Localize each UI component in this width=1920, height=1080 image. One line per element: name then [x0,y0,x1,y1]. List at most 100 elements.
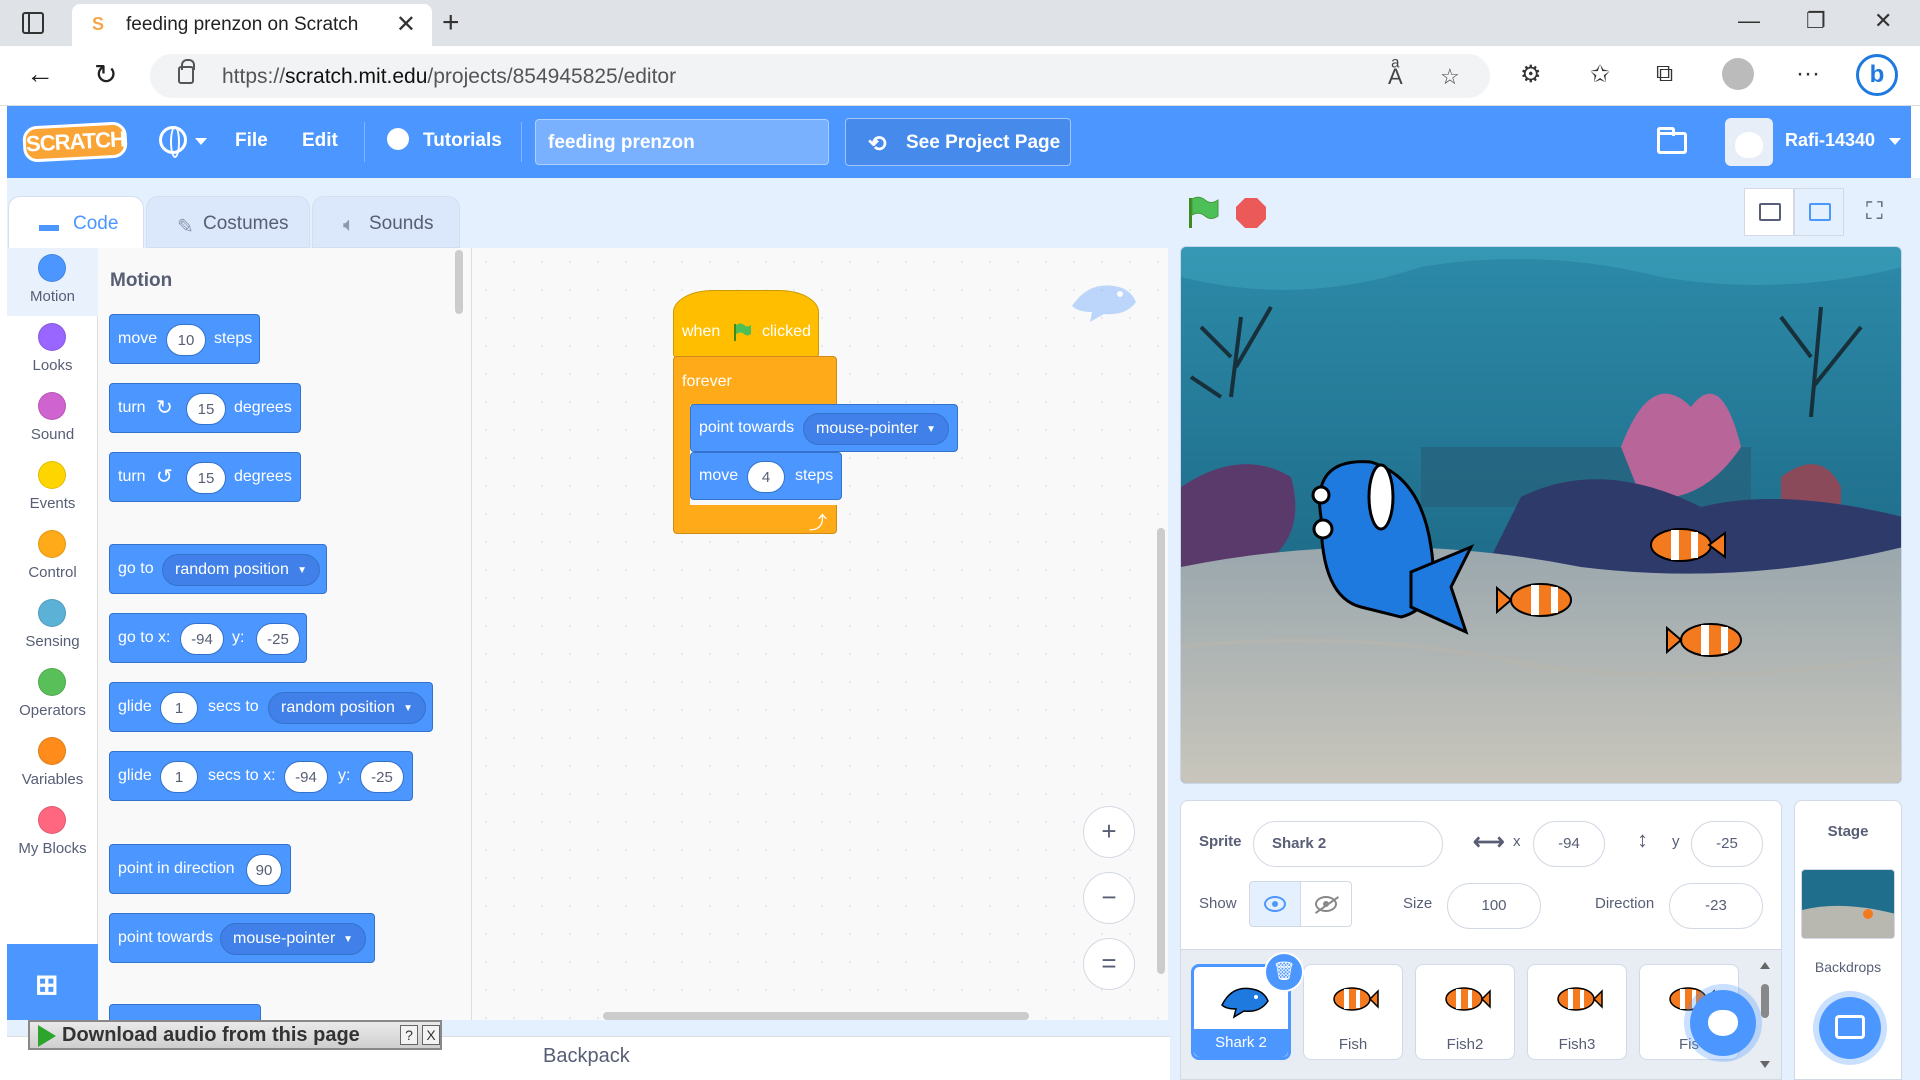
extensions-icon[interactable]: ⚙ [1520,60,1542,89]
point-towards-block[interactable]: point towards mouse-pointer [690,404,958,452]
sprite-tile-fish[interactable]: Fish [1303,964,1403,1060]
project-title-input[interactable]: feeding prenzon [535,119,829,165]
block-dropdown[interactable]: mouse-pointer [803,413,949,445]
lightbulb-icon[interactable] [387,128,409,150]
block-point-in-direction[interactable]: point in direction 90 [109,844,291,894]
y-field[interactable]: -25 [1691,821,1763,867]
stage-thumbnail[interactable] [1801,869,1895,939]
category-variables[interactable]: Variables [7,731,98,799]
sprite-list-scrollbar[interactable] [1759,960,1771,1070]
close-window-icon[interactable]: ✕ [1874,8,1892,34]
show-hidden-toggle[interactable] [1300,881,1352,927]
my-stuff-folder-icon[interactable] [1657,127,1687,154]
show-visible-toggle[interactable] [1249,881,1301,927]
restore-icon[interactable]: ❐ [1806,8,1826,34]
stage-selector-panel[interactable]: Stage Backdrops [1794,800,1902,1080]
sprite-name-field[interactable]: Shark 2 [1253,821,1443,867]
block-number-input[interactable]: 1 [160,761,198,793]
category-my-blocks[interactable]: My Blocks [7,800,98,868]
block-dropdown[interactable]: random position [268,692,426,724]
block-glide-to[interactable]: glide 1 secs to random position [109,682,433,732]
back-icon[interactable]: ← [26,58,54,90]
sprite-tile-fish2[interactable]: Fish2 [1415,964,1515,1060]
category-sensing[interactable]: Sensing [7,593,98,661]
category-events[interactable]: Events [7,455,98,523]
delete-sprite-icon[interactable]: 🗑︎ [1264,952,1304,992]
edit-menu[interactable]: Edit [302,130,338,152]
refresh-icon[interactable]: ↻ [94,58,117,91]
collections-icon[interactable]: ⧉ [1656,60,1673,88]
category-control[interactable]: Control [7,524,98,592]
block-go-to[interactable]: go to random position [109,544,327,594]
tab-costumes[interactable]: ✎ Costumes [146,196,310,248]
when-flag-clicked-block[interactable]: when clicked [673,290,819,358]
block-point-towards[interactable]: point towards mouse-pointer [109,913,375,963]
download-audio-button[interactable]: Download audio from this page [34,1024,394,1047]
block-number-input[interactable]: -25 [256,623,300,655]
block-go-to-xy[interactable]: go to x: -94 y: -25 [109,613,307,663]
url-field[interactable]: https://scratch.mit.edu/projects/8549458… [150,54,1490,98]
block-number-input[interactable]: 10 [166,324,206,356]
normal-stage-button[interactable] [1794,188,1844,236]
add-favorite-icon[interactable]: ☆ [1440,64,1460,90]
size-field[interactable]: 100 [1447,883,1541,929]
lock-icon[interactable] [178,59,195,84]
block-dropdown[interactable]: mouse-pointer [220,923,366,955]
block-move-steps[interactable]: move 10 steps [109,314,260,364]
block-number-input[interactable]: -94 [284,761,328,793]
block-turn-left[interactable]: turn ↺ 15 degrees [109,452,301,502]
script-horizontal-scrollbar[interactable] [603,1012,1029,1020]
profile-avatar[interactable] [1722,58,1754,90]
username[interactable]: Rafi-14340 [1785,130,1875,151]
read-aloud-icon[interactable]: Aͣ [1388,64,1403,90]
script-vertical-scrollbar[interactable] [1157,528,1165,974]
x-field[interactable]: -94 [1533,821,1605,867]
green-flag-icon[interactable] [1186,196,1220,230]
block-glide-to-xy[interactable]: glide 1 secs to x: -94 y: -25 [109,751,413,801]
move-steps-block[interactable]: move 4 steps [690,452,842,500]
chevron-down-icon[interactable] [1889,138,1901,145]
browser-tab[interactable]: S feeding prenzon on Scratch ✕ [72,4,432,46]
zoom-out-button[interactable]: − [1083,872,1135,924]
block-dropdown[interactable]: random position [162,554,320,586]
category-operators[interactable]: Operators [7,662,98,730]
fullscreen-button[interactable]: ⛶ [1852,188,1902,236]
tutorials-menu[interactable]: Tutorials [423,130,502,152]
category-motion[interactable]: Motion [7,248,98,316]
zoom-reset-button[interactable]: = [1083,938,1135,990]
favorites-icon[interactable]: ✩ [1590,60,1610,89]
palette-scrollbar[interactable] [455,250,463,314]
new-tab-button[interactable]: + [442,6,460,40]
tab-code[interactable]: ▬ Code [8,196,144,251]
help-button[interactable]: ? [400,1025,418,1045]
block-number-input[interactable]: 1 [160,692,198,724]
stop-icon[interactable] [1236,198,1266,228]
file-menu[interactable]: File [235,130,268,152]
category-looks[interactable]: Looks [7,317,98,385]
close-button[interactable]: X [422,1025,440,1045]
block-number-input[interactable]: 15 [186,462,226,494]
stage-canvas[interactable] [1180,246,1902,784]
choose-backdrop-button[interactable] [1819,997,1881,1059]
tab-actions-icon[interactable] [22,12,44,34]
minimize-icon[interactable]: — [1738,8,1760,34]
add-extension-button[interactable]: ⊞ [7,944,98,1020]
block-number-input[interactable]: 4 [747,461,785,493]
small-stage-button[interactable] [1744,188,1794,236]
category-sound[interactable]: Sound [7,386,98,454]
bing-icon[interactable]: b [1856,54,1898,96]
choose-sprite-button[interactable] [1690,990,1756,1056]
direction-field[interactable]: -23 [1669,883,1763,929]
block-partial[interactable] [109,1004,261,1020]
block-number-input[interactable]: -94 [180,623,224,655]
user-avatar[interactable] [1725,118,1773,166]
block-turn-right[interactable]: turn ↻ 15 degrees [109,383,301,433]
sprite-tile-fish3[interactable]: Fish3 [1527,964,1627,1060]
tab-close-icon[interactable]: ✕ [396,10,416,39]
zoom-in-button[interactable]: + [1083,806,1135,858]
more-icon[interactable]: ··· [1796,60,1820,88]
scratch-logo[interactable]: SCRATCH [22,121,128,163]
see-project-page-button[interactable]: ⟲ See Project Page [845,118,1071,166]
block-number-input[interactable]: -25 [360,761,404,793]
block-number-input[interactable]: 15 [186,393,226,425]
